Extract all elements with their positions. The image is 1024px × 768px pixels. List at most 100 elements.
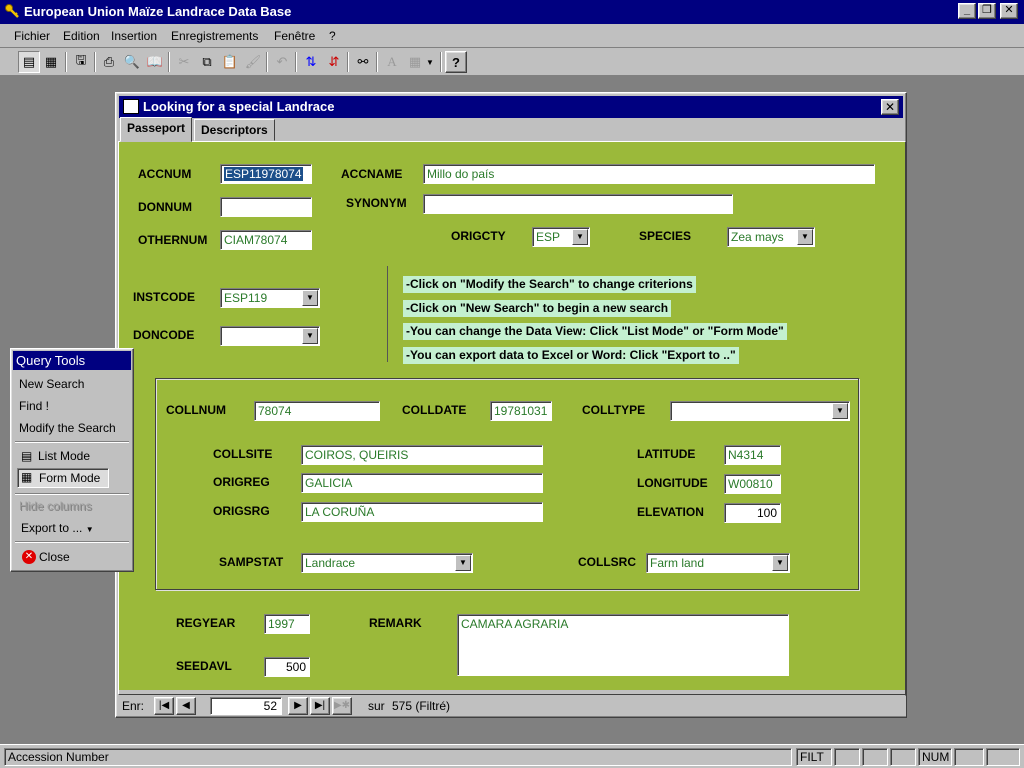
origcty-select[interactable]: ESP ▼ [532, 227, 590, 247]
hint-modify: -Click on "Modify the Search" to change … [403, 276, 696, 293]
latitude-field[interactable]: N4314 [724, 445, 781, 465]
first-record-icon[interactable]: |◀ [154, 697, 174, 715]
key-icon [5, 4, 19, 18]
chevron-down-icon[interactable]: ▼ [302, 290, 318, 306]
collsite-field[interactable]: COIROS, QUEIRIS [301, 445, 543, 465]
minimize-button[interactable]: _ [958, 3, 976, 19]
save-icon[interactable]: 🖫 [70, 51, 92, 73]
othernum-label: OTHERNUM [138, 233, 208, 247]
export-button[interactable]: Export to ... ▼ [21, 521, 94, 535]
donnum-field[interactable] [220, 197, 312, 217]
chevron-down-icon[interactable]: ▼ [832, 403, 848, 419]
accname-field[interactable]: Millo do país [423, 164, 875, 184]
species-select[interactable]: Zea mays ▼ [727, 227, 815, 247]
longitude-field[interactable]: W00810 [724, 474, 781, 494]
regyear-field[interactable]: 1997 [264, 614, 310, 634]
modify-search-button[interactable]: Modify the Search [19, 421, 116, 435]
colltype-select[interactable]: ▼ [670, 401, 850, 421]
origreg-field[interactable]: GALICIA [301, 473, 543, 493]
spelling-icon[interactable]: 📖 [144, 51, 166, 73]
restore-button[interactable]: ❐ [978, 3, 996, 19]
species-label: SPECIES [639, 229, 692, 243]
latitude-label: LATITUDE [637, 447, 696, 461]
datasheet-view-icon[interactable]: ▦ [40, 51, 62, 73]
toolbar-separator [168, 52, 170, 72]
cut-icon[interactable]: ✂ [173, 51, 195, 73]
close-form-button[interactable]: ✕ [881, 99, 899, 115]
hint-export: -You can export data to Excel or Word: C… [403, 347, 739, 364]
format-painter-icon[interactable]: 🖌 [242, 51, 264, 73]
new-record-icon[interactable]: ▶✱ [332, 697, 352, 715]
instcode-select[interactable]: ESP119 ▼ [220, 288, 320, 308]
table-icon[interactable]: ▦ [404, 51, 426, 73]
hint-new-search: -Click on "New Search" to begin a new se… [403, 300, 672, 317]
toolbar-separator [295, 52, 297, 72]
collsrc-select[interactable]: Farm land ▼ [646, 553, 790, 573]
toolbar: ▤ ▦ 🖫 ⎙ 🔍 📖 ✂ ⧉ 📋 🖌 ↶ ⇅ ⇵ ⚯ A ▦ ▼ ? [0, 48, 1024, 76]
query-tools-title: Query Tools [13, 351, 131, 370]
remark-label: REMARK [369, 616, 422, 630]
instcode-label: INSTCODE [133, 290, 196, 304]
paste-icon[interactable]: 📋 [219, 51, 241, 73]
list-mode-button[interactable]: ▤ List Mode [17, 447, 117, 465]
origcty-label: ORIGCTY [451, 229, 506, 243]
font-icon[interactable]: A [381, 51, 403, 73]
tab-passeport[interactable]: Passeport [120, 117, 193, 142]
form-mode-button[interactable]: ▦ Form Mode [17, 468, 109, 488]
last-record-icon[interactable]: ▶| [310, 697, 330, 715]
status-slot [834, 748, 860, 766]
chevron-down-icon[interactable]: ▼ [302, 328, 318, 344]
help-icon[interactable]: ? [445, 51, 467, 73]
sampstat-select[interactable]: Landrace ▼ [301, 553, 473, 573]
undo-icon[interactable]: ↶ [271, 51, 293, 73]
sort-descending-icon[interactable]: ⇵ [323, 51, 345, 73]
chevron-down-icon[interactable]: ▼ [797, 229, 813, 245]
form-view-icon[interactable]: ▤ [18, 51, 40, 73]
elevation-field[interactable]: 100 [724, 503, 781, 523]
passeport-panel: ACCNUM ESP11978074 ACCNAME Millo do país… [118, 141, 906, 695]
table-dropdown-icon[interactable]: ▼ [424, 51, 436, 73]
toolbar-separator [376, 52, 378, 72]
origsrg-field[interactable]: LA CORUÑA [301, 502, 543, 522]
close-label: Close [39, 550, 70, 564]
copy-icon[interactable]: ⧉ [196, 51, 218, 73]
menu-insertion[interactable]: Insertion [111, 29, 157, 43]
synonym-field[interactable] [423, 194, 733, 214]
collsite-label: COLLSITE [213, 447, 273, 461]
previous-record-icon[interactable]: ◀ [176, 697, 196, 715]
print-icon[interactable]: ⎙ [98, 51, 120, 73]
app-title-bar: European Union Maïze Landrace Data Base … [0, 0, 1024, 24]
chevron-down-icon[interactable]: ▼ [455, 555, 471, 571]
find-icon[interactable]: ⚯ [352, 51, 374, 73]
find-button[interactable]: Find ! [19, 399, 49, 413]
chevron-down-icon[interactable]: ▼ [772, 555, 788, 571]
menu-fenetre[interactable]: Fenêtre [274, 29, 315, 43]
menu-fichier[interactable]: Fichier [14, 29, 50, 43]
menu-edition[interactable]: Edition [63, 29, 100, 43]
collnum-field[interactable]: 78074 [254, 401, 380, 421]
close-query-button[interactable]: ✕ Close [19, 548, 99, 566]
sort-ascending-icon[interactable]: ⇅ [300, 51, 322, 73]
next-record-icon[interactable]: ▶ [288, 697, 308, 715]
record-number-input[interactable]: 52 [210, 697, 282, 715]
menu-help[interactable]: ? [329, 29, 336, 43]
elevation-label: ELEVATION [637, 505, 704, 519]
close-app-button[interactable]: ✕ [1000, 3, 1018, 19]
record-of-label: sur [368, 699, 385, 713]
hide-columns-button[interactable]: Hide columns [19, 499, 92, 513]
menu-bar: Fichier Edition Insertion Enregistrement… [0, 24, 1024, 48]
print-preview-icon[interactable]: 🔍 [121, 51, 143, 73]
seedavl-field[interactable]: 500 [264, 657, 310, 677]
remark-field[interactable]: CAMARA AGRARIA [457, 614, 789, 676]
menu-enregistrements[interactable]: Enregistrements [171, 29, 258, 43]
new-search-button[interactable]: New Search [19, 377, 84, 391]
accnum-field[interactable]: ESP11978074 [220, 164, 312, 184]
doncode-label: DONCODE [133, 328, 195, 342]
synonym-label: SYNONYM [346, 196, 407, 210]
othernum-field[interactable]: CIAM78074 [220, 230, 312, 250]
chevron-down-icon[interactable]: ▼ [572, 229, 588, 245]
colldate-field[interactable]: 19781031 [490, 401, 552, 421]
status-slot [862, 748, 888, 766]
tab-descriptors[interactable]: Descriptors [194, 119, 275, 141]
doncode-select[interactable]: ▼ [220, 326, 320, 346]
